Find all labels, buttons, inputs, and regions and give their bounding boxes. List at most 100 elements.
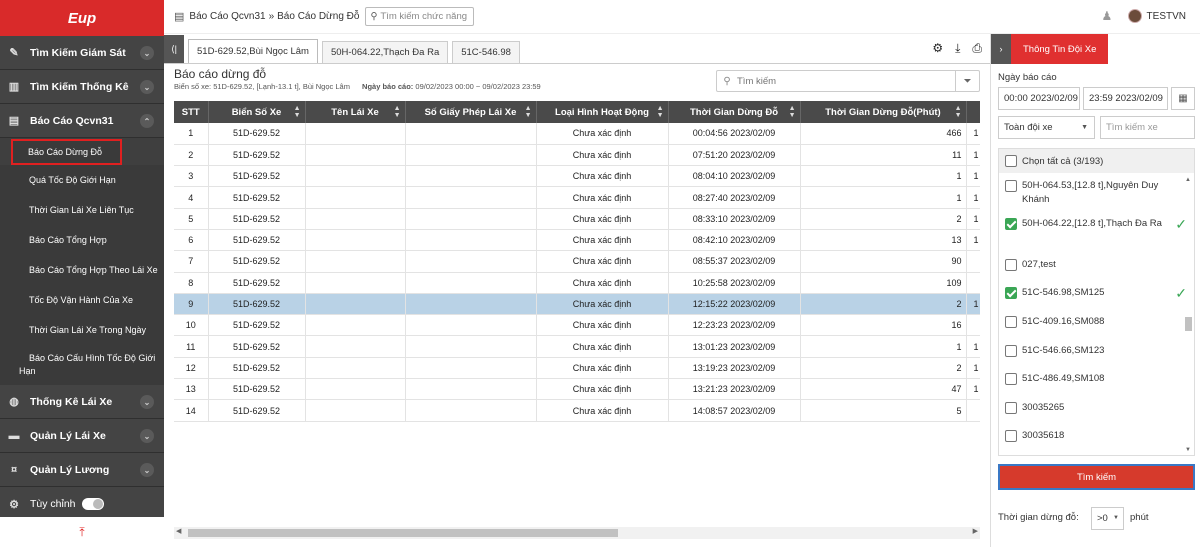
select-all-checkbox[interactable]	[1005, 155, 1017, 167]
cell-extra: 1	[966, 208, 980, 230]
table-row[interactable]: 14 51D-629.52 Chưa xác định 14:08:57 2023/0…	[174, 399, 980, 422]
table-row[interactable]: 7 51D-629.52 Chưa xác định 08:55:37 2023/02…	[174, 250, 980, 273]
breadcrumb-current: Báo Cáo Dừng Đỗ	[277, 11, 360, 22]
settings-gear-icon[interactable]: ⚙	[932, 41, 943, 56]
vehicle-search-input[interactable]: Tìm kiếm xe	[1100, 116, 1195, 139]
scroll-up-icon[interactable]: ▲	[1185, 177, 1191, 183]
sidebar-sub-summary-driver[interactable]: Báo Cáo Tổng Hợp Theo Lái Xe	[0, 255, 164, 285]
cell-extra: 1	[966, 378, 980, 401]
table-row[interactable]: 1 51D-629.52 Chưa xác định 00:04:56 2023/02…	[174, 123, 980, 145]
download-icon[interactable]: ⤓	[955, 41, 960, 56]
vehicle-item[interactable]: 51C-486.49,SM108	[1005, 372, 1175, 386]
sidebar-item-driver-mgmt[interactable]: ▬ Quản Lý Lái Xe ⌄	[0, 419, 164, 453]
vehicle-item[interactable]: 50H-064.53,[12.8 t],Nguyên Duy Khánh	[1005, 179, 1175, 207]
sidebar-sub-stop-report[interactable]: Báo Cáo Dừng Đỗ	[11, 139, 122, 165]
end-date-field[interactable]: 23:59 2023/02/09	[1083, 87, 1168, 110]
vehicle-checkbox[interactable]	[1005, 345, 1017, 357]
table-row[interactable]: 3 51D-629.52 Chưa xác định 08:04:10 2023/02…	[174, 165, 980, 188]
column-header-stt[interactable]: STT	[174, 101, 209, 123]
vehicle-checkbox[interactable]	[1005, 373, 1017, 385]
vehicle-item[interactable]: 51C-409.16,SM088	[1005, 315, 1175, 329]
print-icon[interactable]: ⎙	[972, 41, 982, 56]
chevron-down-icon: ⌄	[140, 429, 154, 443]
calendar-icon[interactable]: ▦	[1171, 87, 1195, 110]
vehicle-checkbox[interactable]	[1005, 287, 1017, 299]
sidebar-sub-operating-speed[interactable]: Tốc Độ Vận Hành Của Xe	[0, 285, 164, 315]
sidebar-item-monitoring[interactable]: ✎ Tìm Kiếm Giám Sát ⌄	[0, 36, 164, 70]
cell-license	[405, 250, 537, 273]
vehicle-checkbox[interactable]	[1005, 180, 1017, 192]
sort-icon[interactable]: ▲ ▼	[789, 105, 796, 119]
vehicle-list-scrollbar[interactable]: ▲ ▼	[1182, 173, 1194, 455]
table-row[interactable]: 12 51D-629.52 Chưa xác định 13:19:23 2023/0…	[174, 357, 980, 380]
sidebar-item-statistics[interactable]: ▥ Tìm Kiếm Thống Kê ⌄	[0, 70, 164, 104]
scroll-left-icon[interactable]: ◀	[176, 527, 181, 535]
vehicle-checkbox[interactable]	[1005, 316, 1017, 328]
vehicle-checkbox[interactable]	[1005, 402, 1017, 414]
table-row[interactable]: 5 51D-629.52 Chưa xác định 08:33:10 2023/02…	[174, 208, 980, 230]
vehicle-checkbox[interactable]	[1005, 218, 1017, 230]
scroll-right-icon[interactable]: ▶	[973, 527, 978, 535]
table-row[interactable]: 6 51D-629.52 Chưa xác định 08:42:10 2023/02…	[174, 229, 980, 252]
user-menu[interactable]: ♟ TESTVN	[1102, 9, 1186, 23]
scroll-down-icon[interactable]: ▼	[1185, 447, 1191, 453]
filter-icon[interactable]: ⏷	[955, 71, 979, 91]
scrollbar-thumb[interactable]	[188, 529, 618, 537]
horizontal-scrollbar[interactable]: ◀ ▶	[174, 527, 980, 539]
sidebar-item-driver-stats[interactable]: ◍ Thống Kê Lái Xe ⌄	[0, 385, 164, 419]
sort-icon[interactable]: ▲ ▼	[657, 105, 664, 119]
function-search[interactable]: ⚲ Tìm kiếm chức năng	[365, 7, 475, 26]
fleet-panel-title[interactable]: Thông Tin Đội Xe	[1011, 34, 1109, 64]
vehicle-item[interactable]: 30035265	[1005, 401, 1175, 415]
sidebar-item-qcvn31[interactable]: ▤ Báo Cáo Qcvn31 ⌃	[0, 104, 164, 138]
sort-icon[interactable]: ▲ ▼	[294, 105, 301, 119]
search-button[interactable]: Tìm kiếm	[998, 464, 1195, 490]
cell-plate: 51D-629.52	[208, 186, 306, 209]
column-header-activity-type[interactable]: Loại Hình Hoạt Động ▲ ▼	[536, 101, 669, 123]
sidebar-sub-summary[interactable]: Báo Cáo Tổng Hợp	[0, 225, 164, 255]
stop-time-select[interactable]: >0 ▼	[1091, 507, 1124, 530]
vehicle-item[interactable]: 51C-546.66,SM123	[1005, 344, 1175, 358]
table-search-input[interactable]	[737, 75, 955, 87]
table-row[interactable]: 2 51D-629.52 Chưa xác định 07:51:20 2023/02…	[174, 144, 980, 167]
collapse-sidebar-button[interactable]: ⟨|	[164, 35, 184, 63]
sidebar-sub-speed-config[interactable]: Báo Cáo Cấu Hình Tốc Độ Giới Hạn	[0, 345, 164, 385]
column-header-plate[interactable]: Biển Số Xe ▲ ▼	[208, 101, 306, 123]
sidebar-sub-daily-driving[interactable]: Thời Gian Lái Xe Trong Ngày	[0, 315, 164, 345]
eup-logo[interactable]: Eup	[0, 0, 164, 36]
sort-icon[interactable]: ▲ ▼	[955, 105, 962, 119]
panel-toggle-button[interactable]: ›	[991, 34, 1011, 64]
table-row[interactable]: 10 51D-629.52 Chưa xác định 12:23:23 2023/0…	[174, 314, 980, 337]
scroll-top-button[interactable]: ⤒	[0, 517, 164, 547]
person-icon[interactable]: ♟	[1102, 9, 1116, 23]
table-row[interactable]: 4 51D-629.52 Chưa xác định 08:27:40 2023/02…	[174, 186, 980, 209]
table-row[interactable]: 9 51D-629.52 Chưa xác định 12:15:22 2023/02…	[174, 293, 980, 316]
table-row[interactable]: 13 51D-629.52 Chưa xác định 13:21:23 2023/0…	[174, 378, 980, 401]
sort-icon[interactable]: ▲ ▼	[394, 105, 401, 119]
vehicle-item[interactable]: 51C-546.98,SM125 ✓	[1005, 286, 1187, 300]
tab-vehicle-3[interactable]: 51C-546.98	[452, 41, 520, 63]
select-all-row[interactable]: Chọn tất cả (3/193)	[999, 149, 1194, 173]
column-header-stop-minutes[interactable]: Thời Gian Dừng Đỗ(Phút) ▲ ▼	[800, 101, 967, 123]
vehicle-item[interactable]: 30035618	[1005, 429, 1175, 443]
sort-icon[interactable]: ▲ ▼	[525, 105, 532, 119]
table-row[interactable]: 11 51D-629.52 Chưa xác định 13:01:23 2023/0…	[174, 335, 980, 358]
tab-vehicle-2[interactable]: 50H-064.22,Thạch Đa Ra	[321, 41, 449, 63]
custom-toggle[interactable]	[81, 498, 104, 510]
vehicle-checkbox[interactable]	[1005, 430, 1017, 442]
sidebar-sub-continuous-driving[interactable]: Thời Gian Lái Xe Liên Tục	[0, 195, 164, 225]
column-header-driver[interactable]: Tên Lái Xe ▲ ▼	[305, 101, 406, 123]
vehicle-item[interactable]: 50H-064.22,[12.8 t],Thạch Đa Ra ✓	[1005, 217, 1187, 231]
table-row[interactable]: 8 51D-629.52 Chưa xác định 10:25:58 2023/02…	[174, 272, 980, 294]
column-header-license[interactable]: Số Giấy Phép Lái Xe ▲ ▼	[405, 101, 537, 123]
column-header-stop-time[interactable]: Thời Gian Dừng Đỗ ▲ ▼	[668, 101, 801, 123]
tab-vehicle-1[interactable]: 51D-629.52,Bùi Ngọc Lâm	[188, 39, 318, 63]
breadcrumb-item[interactable]: Báo Cáo Qcvn31	[189, 11, 265, 22]
sidebar-sub-over-speed[interactable]: Quá Tốc Độ Giới Hạn	[0, 165, 164, 195]
sidebar-item-salary[interactable]: ¤ Quản Lý Lương ⌄	[0, 453, 164, 487]
vehicle-item[interactable]: 027,test	[1005, 258, 1175, 272]
scrollbar-thumb[interactable]	[1185, 317, 1192, 331]
fleet-select[interactable]: Toàn đội xe ▼	[998, 116, 1095, 139]
vehicle-checkbox[interactable]	[1005, 259, 1017, 271]
start-date-field[interactable]: 00:00 2023/02/09	[998, 87, 1080, 110]
